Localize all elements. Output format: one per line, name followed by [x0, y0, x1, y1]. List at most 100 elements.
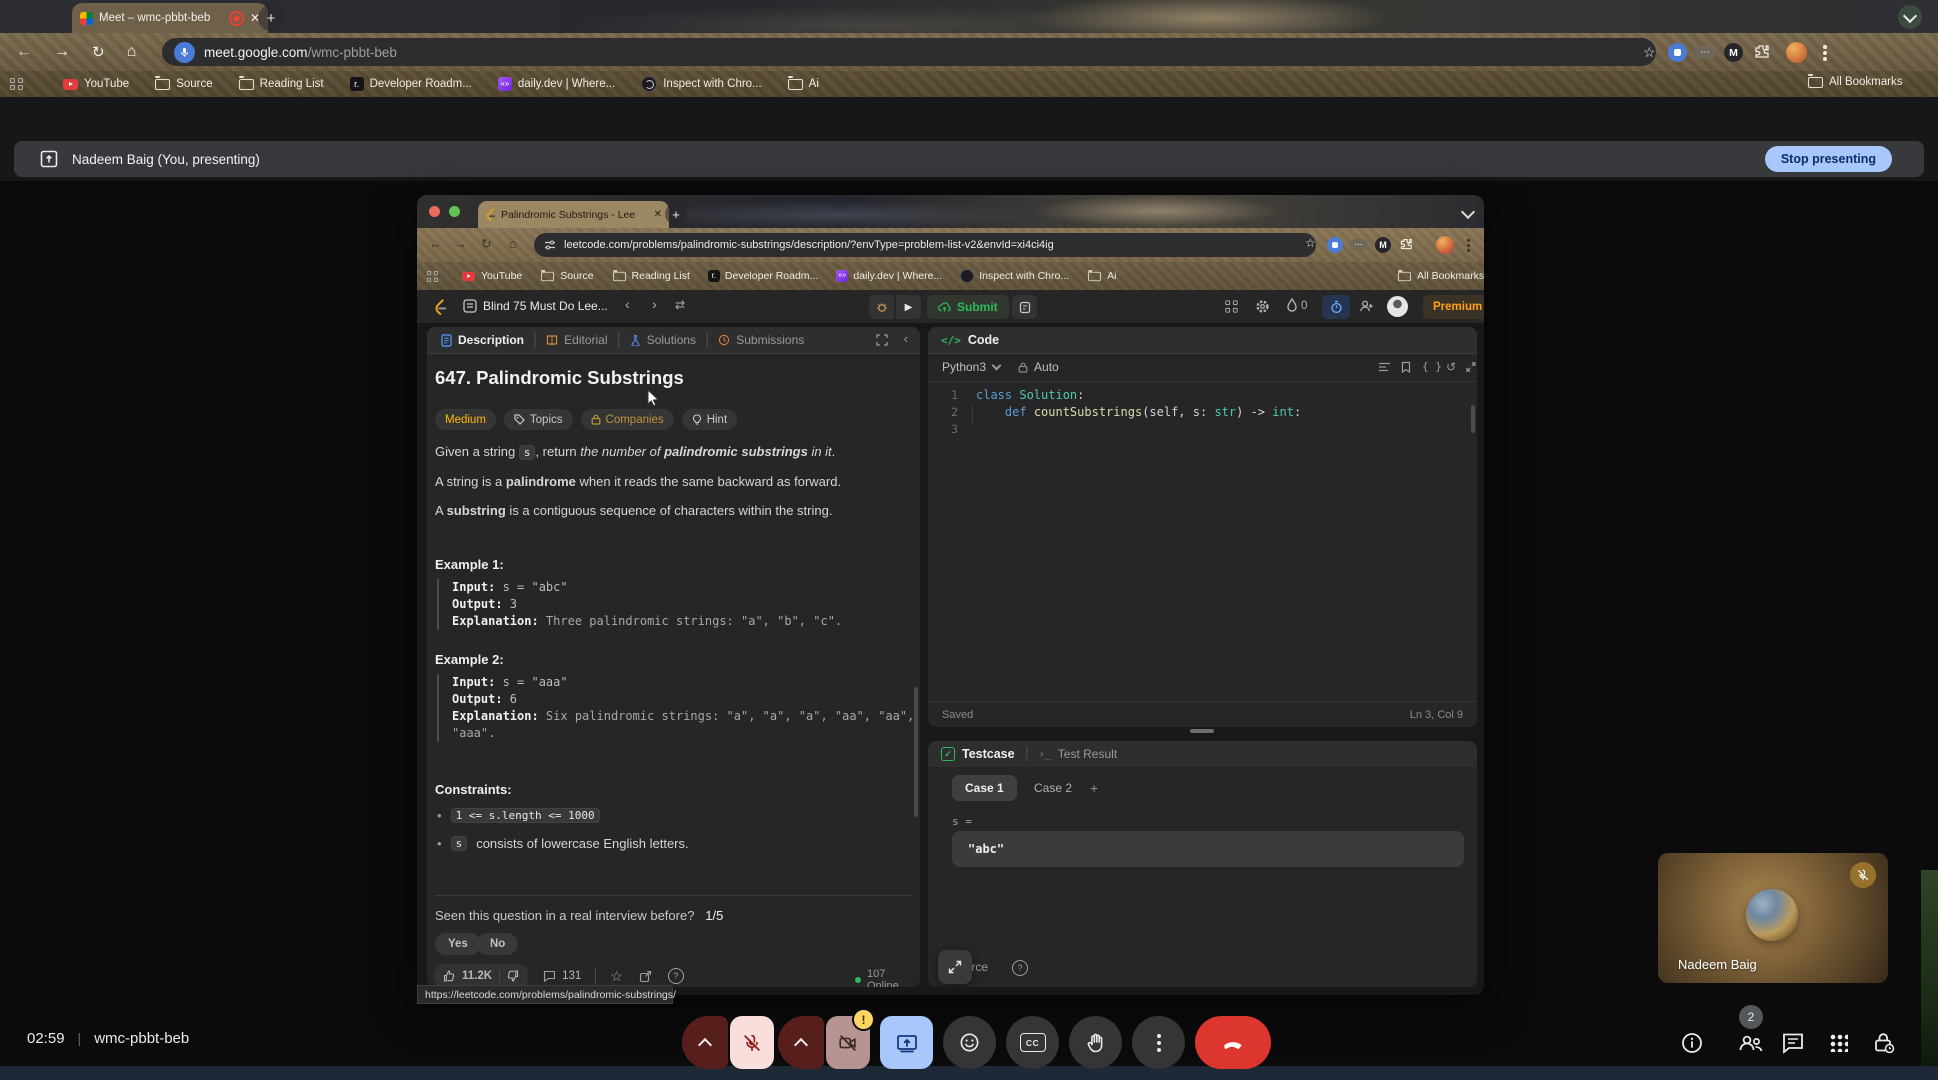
inner-home-icon[interactable]: ⌂: [509, 236, 517, 251]
inner-menu-icon[interactable]: [1466, 238, 1471, 252]
browser-menu-icon[interactable]: [1822, 45, 1828, 61]
submit-button[interactable]: Submit: [927, 295, 1009, 319]
bookmark-youtube[interactable]: YouTube: [63, 78, 129, 90]
bookmark-dev-roadmap[interactable]: r.Developer Roadm...: [350, 77, 472, 91]
add-case-button[interactable]: +: [1090, 780, 1098, 796]
traffic-light-zoom[interactable]: [449, 206, 460, 217]
traffic-light-close[interactable]: [429, 206, 440, 217]
inner-tabstrip-dropdown[interactable]: [1461, 205, 1475, 219]
inner-new-tab-button[interactable]: +: [665, 203, 687, 225]
bookmark-inspect[interactable]: Inspect with Chro...: [641, 76, 761, 92]
inner-url-bar[interactable]: leetcode.com/problems/palindromic-substr…: [534, 233, 1316, 257]
language-dropdown-icon[interactable]: [992, 361, 1002, 371]
auto-label[interactable]: Auto: [1034, 360, 1059, 374]
tab-strip-dropdown[interactable]: [1898, 5, 1922, 29]
reload-icon[interactable]: ↻: [92, 43, 105, 61]
language-selector[interactable]: Python3: [942, 360, 986, 374]
expand-panel-icon[interactable]: [876, 334, 888, 346]
extensions-overflow-icon[interactable]: ⋯: [1695, 46, 1716, 59]
raise-hand-button[interactable]: [1069, 1016, 1122, 1069]
collapse-panel-icon[interactable]: ‹: [904, 331, 908, 346]
streak-flame-icon[interactable]: [1286, 298, 1298, 313]
code-editor-area[interactable]: 1class Solution:2 def countSubstrings(se…: [928, 387, 1458, 438]
side-panel-icon[interactable]: [10, 78, 23, 91]
reset-code-icon[interactable]: ↺: [1446, 360, 1456, 374]
panel-scrollbar-thumb[interactable]: [914, 687, 918, 817]
debug-icon[interactable]: [869, 295, 894, 319]
end-call-button[interactable]: [1195, 1016, 1271, 1069]
bookmark-ai[interactable]: Ai: [1087, 270, 1116, 282]
cursor-position[interactable]: Ln 3, Col 9: [1410, 709, 1463, 721]
media-control-icon[interactable]: [1668, 43, 1687, 62]
run-icon[interactable]: ▶: [896, 295, 921, 319]
testcase-tab[interactable]: Testcase: [962, 747, 1015, 761]
share-icon[interactable]: [639, 970, 652, 983]
shuffle-icon[interactable]: ⇄: [675, 298, 685, 312]
more-options-button[interactable]: [1132, 1016, 1185, 1069]
leetcode-logo[interactable]: [433, 298, 447, 315]
stop-presenting-button[interactable]: Stop presenting: [1765, 146, 1892, 172]
mic-toggle-button[interactable]: [730, 1016, 774, 1069]
bookmark-source[interactable]: Source: [155, 78, 212, 90]
extension-m-icon[interactable]: M: [1724, 43, 1743, 62]
testcase-input[interactable]: "abc": [952, 831, 1464, 867]
self-view-tile[interactable]: Nadeem Baig: [1658, 853, 1888, 983]
all-bookmarks[interactable]: All Bookmarks: [1808, 76, 1903, 88]
case2-tab[interactable]: Case 2: [1022, 775, 1084, 801]
camera-options-button[interactable]: [778, 1016, 824, 1069]
survey-no-button[interactable]: No: [477, 933, 518, 955]
topics-tag[interactable]: Topics: [504, 409, 573, 430]
prev-problem-icon[interactable]: ‹: [625, 296, 630, 312]
braces-icon[interactable]: { }: [1422, 360, 1442, 373]
outer-url-bar[interactable]: meet.google.com/wmc-pbbt-beb: [162, 38, 1656, 66]
bookmark-youtube[interactable]: YouTube: [461, 270, 522, 282]
next-problem-icon[interactable]: ›: [652, 296, 657, 312]
reactions-button[interactable]: [943, 1016, 996, 1069]
companies-tag[interactable]: Companies: [581, 409, 674, 430]
expand-testcase-button[interactable]: [938, 950, 972, 984]
inner-reload-icon[interactable]: ↻: [481, 236, 491, 251]
site-settings-icon[interactable]: [544, 239, 556, 251]
difficulty-badge[interactable]: Medium: [435, 409, 496, 430]
profile-avatar[interactable]: [1786, 42, 1807, 63]
notes-icon[interactable]: [1012, 295, 1037, 319]
bookmark-ai[interactable]: Ai: [788, 78, 819, 90]
bookmark-source[interactable]: Source: [540, 270, 593, 282]
inner-puzzle-icon[interactable]: [1399, 238, 1412, 251]
meeting-details-icon[interactable]: [1680, 1031, 1704, 1055]
case1-tab[interactable]: Case 1: [952, 775, 1017, 801]
premium-button[interactable]: Premium: [1423, 295, 1484, 319]
mic-options-button[interactable]: [682, 1016, 728, 1069]
people-icon[interactable]: [1737, 1031, 1765, 1055]
bookmark-dailydev[interactable]: «»daily.dev | Where...: [836, 270, 942, 282]
like-dislike-group[interactable]: 11.2K: [433, 964, 529, 987]
inner-ext-m-icon[interactable]: M: [1375, 237, 1391, 253]
new-tab-button[interactable]: +: [258, 5, 284, 31]
panel-resize-handle[interactable]: [1190, 729, 1214, 733]
comments-button[interactable]: 131: [543, 970, 581, 982]
back-icon[interactable]: ←: [16, 43, 32, 61]
tab-submissions[interactable]: Submissions: [736, 333, 804, 347]
bookmark-code-icon[interactable]: [1401, 361, 1411, 373]
home-icon[interactable]: ⌂: [127, 43, 137, 61]
invite-user-icon[interactable]: [1359, 299, 1374, 313]
forward-icon[interactable]: →: [54, 43, 70, 61]
layout-icon[interactable]: [1225, 300, 1238, 313]
host-controls-icon[interactable]: [1872, 1031, 1897, 1055]
activities-icon[interactable]: [1829, 1033, 1848, 1052]
chat-icon[interactable]: [1781, 1031, 1805, 1055]
bookmark-reading-list[interactable]: Reading List: [612, 270, 690, 282]
inner-active-tab[interactable]: Palindromic Substrings - Lee ✕: [478, 201, 669, 228]
extensions-puzzle-icon[interactable]: [1753, 44, 1769, 60]
present-now-button[interactable]: [880, 1016, 933, 1069]
editor-scrollbar-thumb[interactable]: [1471, 405, 1475, 433]
captions-button[interactable]: CC: [1006, 1016, 1059, 1069]
inner-bookmark-star-icon[interactable]: ☆: [1305, 236, 1316, 250]
hint-tag[interactable]: Hint: [682, 409, 737, 430]
inner-media-icon[interactable]: [1327, 237, 1343, 253]
tab-editorial[interactable]: Editorial: [564, 333, 607, 347]
tab-solutions[interactable]: Solutions: [647, 333, 696, 347]
outer-active-tab[interactable]: Meet – wmc-pbbt-beb ✕: [72, 3, 268, 33]
inner-all-bookmarks[interactable]: All Bookmarks: [1397, 270, 1484, 282]
code-panel-title[interactable]: Code: [968, 333, 999, 347]
